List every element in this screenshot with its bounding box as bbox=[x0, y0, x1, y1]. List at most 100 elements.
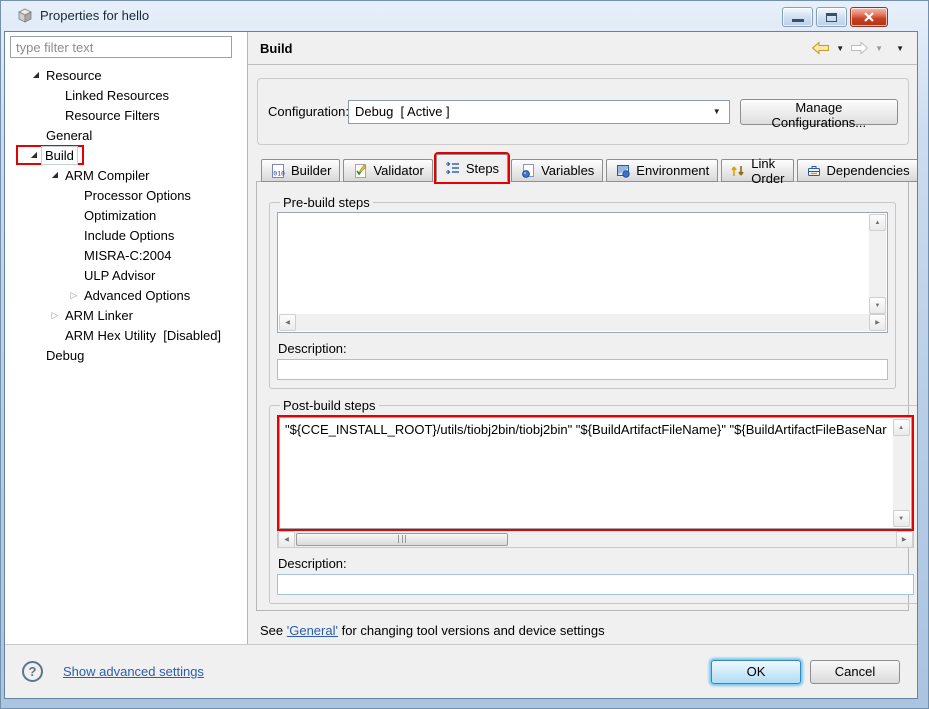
post-build-horizontal-scrollbar[interactable]: ◀ ▶ bbox=[277, 530, 914, 548]
tree-item-label: ARM Compiler bbox=[65, 167, 150, 183]
scroll-down-icon[interactable]: ▼ bbox=[869, 297, 886, 314]
general-note: See 'General' for changing tool versions… bbox=[260, 623, 917, 638]
svg-text:010: 010 bbox=[273, 169, 285, 177]
scroll-thumb[interactable] bbox=[296, 532, 508, 546]
annotation-box-post-build: "${CCE_INSTALL_ROOT}/utils/tiobj2bin/tio… bbox=[277, 415, 914, 531]
page-header: Build ▼ ▼ ▼ bbox=[248, 32, 917, 65]
tree-collapsed-icon[interactable]: ▷ bbox=[48, 311, 62, 320]
maximize-button[interactable] bbox=[816, 7, 847, 27]
environment-tab-icon bbox=[615, 163, 631, 179]
history-nav: ▼ ▼ ▼ bbox=[811, 41, 905, 55]
show-advanced-settings-link[interactable]: Show advanced settings bbox=[63, 664, 204, 679]
tree-item-resource-filters[interactable]: Resource Filters bbox=[5, 105, 247, 125]
properties-dialog: ◢ Resource Linked Resources Resource Fil… bbox=[4, 31, 918, 699]
tab-variables[interactable]: Variables bbox=[511, 159, 604, 182]
close-button[interactable] bbox=[850, 7, 888, 27]
back-icon[interactable] bbox=[811, 41, 830, 55]
back-dropdown-icon[interactable]: ▼ bbox=[835, 44, 845, 53]
tree-item-general[interactable]: General bbox=[5, 125, 247, 145]
tree-expanded-icon[interactable]: ◢ bbox=[27, 151, 41, 159]
scroll-left-icon[interactable]: ◀ bbox=[278, 530, 295, 548]
tab-label: Builder bbox=[291, 163, 332, 178]
help-icon[interactable]: ? bbox=[22, 661, 43, 682]
tab-label: Dependencies bbox=[826, 163, 910, 178]
post-build-description-label: Description: bbox=[278, 556, 347, 571]
tree-collapsed-icon[interactable]: ▷ bbox=[67, 291, 81, 300]
tab-label: Validator bbox=[373, 163, 424, 178]
configuration-value: Debug [ Active ] bbox=[355, 104, 450, 119]
tree-item-label: Debug bbox=[46, 347, 85, 363]
scroll-down-icon[interactable]: ▼ bbox=[892, 510, 910, 527]
maximize-icon bbox=[826, 12, 837, 22]
tree-item-arm-compiler[interactable]: ◢ ARM Compiler bbox=[5, 165, 247, 185]
manage-configurations-button[interactable]: Manage Configurations... bbox=[739, 98, 898, 130]
filter-input[interactable] bbox=[10, 36, 232, 58]
tree-item-linked-resources[interactable]: Linked Resources bbox=[5, 85, 247, 105]
cancel-button[interactable]: Cancel bbox=[810, 659, 900, 684]
properties-sidebar: ◢ Resource Linked Resources Resource Fil… bbox=[5, 32, 248, 644]
view-menu-icon[interactable]: ▼ bbox=[895, 44, 905, 53]
tab-steps[interactable]: Steps bbox=[433, 152, 511, 184]
configuration-label: Configuration: bbox=[268, 104, 349, 119]
tree-item-label: Linked Resources bbox=[65, 87, 170, 103]
tree-item-build[interactable]: ◢ Build bbox=[5, 145, 247, 165]
tree-item-resource[interactable]: ◢ Resource bbox=[5, 65, 247, 85]
tab-dependencies[interactable]: Dependencies bbox=[796, 159, 917, 182]
scroll-right-icon[interactable]: ▶ bbox=[895, 530, 913, 548]
tab-bar: 010 Builder Validator Steps Variables En… bbox=[261, 152, 917, 186]
tree-item-debug[interactable]: Debug bbox=[5, 345, 247, 365]
tree-item-label: MISRA-C:2004 bbox=[84, 247, 172, 263]
scroll-up-icon[interactable]: ▲ bbox=[892, 419, 910, 436]
window-title: Properties for hello bbox=[40, 8, 150, 23]
tree-item-label: Processor Options bbox=[84, 187, 191, 203]
note-prefix: See bbox=[260, 623, 287, 638]
scroll-left-icon[interactable]: ◀ bbox=[279, 314, 296, 331]
tree-item-ulp-advisor[interactable]: ULP Advisor bbox=[5, 265, 247, 285]
close-icon bbox=[864, 12, 874, 22]
tree-item-optimization[interactable]: Optimization bbox=[5, 205, 247, 225]
tree-expanded-icon[interactable]: ◢ bbox=[48, 171, 62, 179]
tree-item-processor-options[interactable]: Processor Options bbox=[5, 185, 247, 205]
tree-item-misra-c-2004[interactable]: MISRA-C:2004 bbox=[5, 245, 247, 265]
forward-dropdown-icon[interactable]: ▼ bbox=[874, 44, 884, 53]
tree-item-label: ARM Linker bbox=[65, 307, 133, 323]
tab-label: Link Order bbox=[751, 155, 785, 186]
tab-validator[interactable]: Validator bbox=[343, 159, 433, 182]
scroll-right-icon[interactable]: ▶ bbox=[869, 314, 886, 331]
steps-tab-icon bbox=[445, 160, 461, 176]
tree-item-label: Optimization bbox=[84, 207, 157, 223]
post-build-vertical-scrollbar[interactable]: ▲ ▼ bbox=[892, 419, 910, 527]
post-build-legend: Post-build steps bbox=[283, 398, 376, 413]
ok-button[interactable]: OK bbox=[711, 659, 801, 684]
validator-tab-icon bbox=[352, 163, 368, 179]
tab-label: Steps bbox=[465, 160, 500, 176]
tree-item-include-options[interactable]: Include Options bbox=[5, 225, 247, 245]
forward-icon[interactable] bbox=[850, 41, 869, 55]
pre-build-vertical-scrollbar[interactable]: ▲ ▼ bbox=[869, 214, 886, 314]
minimize-button[interactable] bbox=[782, 7, 813, 27]
tab-link-order[interactable]: Link Order bbox=[721, 156, 794, 186]
tree-expanded-icon[interactable]: ◢ bbox=[29, 71, 43, 79]
pre-build-description-label: Description: bbox=[278, 341, 347, 356]
tree-item-advanced-options[interactable]: ▷ Advanced Options bbox=[5, 285, 247, 305]
tree-item-arm-linker[interactable]: ▷ ARM Linker bbox=[5, 305, 247, 325]
pre-build-steps-textarea[interactable]: ▲ ▼ ◀ ▶ bbox=[277, 212, 888, 333]
configuration-select[interactable]: Debug [ Active ] ▼ bbox=[348, 99, 730, 124]
general-link[interactable]: 'General' bbox=[287, 623, 338, 638]
post-build-description-input[interactable] bbox=[277, 574, 914, 595]
tree-item-label: Build bbox=[41, 145, 78, 165]
tab-label: Variables bbox=[541, 163, 595, 178]
post-build-steps-textarea[interactable]: "${CCE_INSTALL_ROOT}/utils/tiobj2bin/tio… bbox=[279, 417, 912, 529]
post-build-group: Post-build steps "${CCE_INSTALL_ROOT}/ut… bbox=[269, 398, 917, 604]
dialog-button-bar: ? Show advanced settings OK Cancel bbox=[5, 644, 917, 698]
tree-item-arm-hex-utility[interactable]: ARM Hex Utility [Disabled] bbox=[5, 325, 247, 345]
steps-tab-panel: Pre-build steps ▲ ▼ ◀ ▶ Description: Pos… bbox=[256, 181, 917, 611]
scroll-up-icon[interactable]: ▲ bbox=[869, 214, 886, 231]
titlebar[interactable]: Properties for hello bbox=[0, 0, 929, 31]
tab-builder[interactable]: 010 Builder bbox=[261, 159, 341, 182]
app-cube-icon bbox=[17, 8, 33, 24]
pre-build-horizontal-scrollbar[interactable]: ◀ ▶ bbox=[279, 314, 886, 331]
scroll-thumb-grip-icon bbox=[398, 535, 406, 543]
pre-build-description-input[interactable] bbox=[277, 359, 888, 380]
tab-environment[interactable]: Environment bbox=[606, 159, 719, 182]
